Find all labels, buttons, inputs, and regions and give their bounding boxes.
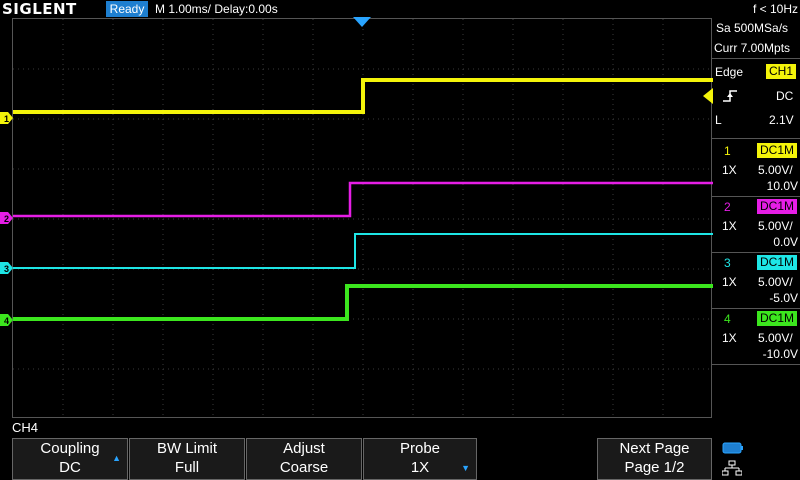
channel-coupling-badge: DC1M bbox=[757, 311, 798, 326]
marker-label: 3 bbox=[4, 264, 9, 274]
channel-1-trace bbox=[13, 78, 713, 114]
usb-icon bbox=[722, 442, 743, 454]
rising-edge-icon bbox=[723, 90, 737, 102]
channel-probe: 1X bbox=[722, 331, 737, 345]
trigger-source-badge: CH1 bbox=[766, 64, 797, 79]
softkey-coupling-label: Coupling bbox=[40, 440, 100, 457]
channel-number: 4 bbox=[724, 312, 731, 326]
trigger-type: Edge bbox=[715, 65, 744, 79]
trigger-coupling: DC bbox=[776, 89, 794, 103]
channel-probe: 1X bbox=[722, 163, 737, 177]
channel-coupling-badge: DC1M bbox=[757, 255, 798, 270]
brand-logo: SIGLENT bbox=[2, 0, 77, 18]
channel-probe: 1X bbox=[722, 275, 737, 289]
channel-number: 3 bbox=[724, 256, 731, 270]
sample-rate: Sa 500MSa/s bbox=[716, 21, 789, 35]
divider bbox=[712, 58, 800, 59]
softkey-bw-limit-value: Full bbox=[174, 459, 200, 476]
waveform-grid bbox=[13, 19, 713, 419]
softkey-adjust-label: Adjust bbox=[283, 440, 325, 457]
channel-2-panel[interactable]: 2 DC1M 1X 5.00V/ 0.0V bbox=[712, 196, 800, 252]
active-channel-label: CH4 bbox=[12, 420, 39, 435]
channel-1-panel[interactable]: 1 DC1M 1X 5.00V/ 10.0V bbox=[712, 140, 800, 196]
softkey-bw-limit[interactable]: BW Limit Full bbox=[129, 438, 245, 480]
channel-4-ground-marker[interactable]: 4 bbox=[0, 314, 13, 326]
divider bbox=[712, 138, 800, 139]
trigger-mode: L bbox=[715, 113, 722, 127]
channel-offset: 0.0V bbox=[773, 235, 798, 249]
softkey-probe-value: 1X bbox=[410, 459, 430, 476]
trigger-level: 2.1V bbox=[769, 113, 794, 127]
channel-scale: 5.00V/ bbox=[758, 331, 793, 345]
arrow-up-icon: ▲ bbox=[112, 453, 121, 463]
divider bbox=[712, 364, 800, 365]
softkey-empty[interactable] bbox=[478, 438, 596, 480]
acquisition-status-badge: Ready bbox=[106, 1, 148, 17]
softkey-coupling-value: DC bbox=[59, 459, 81, 476]
network-icon bbox=[722, 460, 742, 476]
softkey-probe-label: Probe bbox=[399, 440, 441, 457]
channel-coupling-badge: DC1M bbox=[757, 143, 798, 158]
channel-offset: -10.0V bbox=[762, 347, 798, 361]
softkey-next-page-label: Next Page bbox=[619, 440, 690, 457]
channel-4-panel[interactable]: 4 DC1M 1X 5.00V/ -10.0V bbox=[712, 308, 800, 364]
channel-number: 1 bbox=[724, 144, 731, 158]
channel-3-ground-marker[interactable]: 3 bbox=[0, 262, 13, 274]
channel-coupling-badge: DC1M bbox=[757, 199, 798, 214]
channel-offset: 10.0V bbox=[766, 179, 798, 193]
timebase-readout[interactable]: M 1.00ms/ Delay:0.00s bbox=[155, 0, 278, 18]
memory-depth: Curr 7.00Mpts bbox=[714, 41, 791, 55]
channel-scale: 5.00V/ bbox=[758, 219, 793, 233]
channel-scale: 5.00V/ bbox=[758, 275, 793, 289]
softkey-next-page-value: Page 1/2 bbox=[624, 459, 685, 476]
softkey-coupling[interactable]: Coupling DC ▲ bbox=[12, 438, 128, 480]
trigger-position-marker[interactable] bbox=[353, 17, 371, 27]
softkey-probe[interactable]: Probe 1X ▼ bbox=[363, 438, 477, 480]
channel-number: 2 bbox=[724, 200, 731, 214]
softkey-adjust[interactable]: Adjust Coarse bbox=[246, 438, 362, 480]
channel-1-ground-marker[interactable]: 1 bbox=[0, 112, 13, 124]
channel-scale: 5.00V/ bbox=[758, 163, 793, 177]
arrow-down-icon: ▼ bbox=[461, 463, 470, 473]
channel-probe: 1X bbox=[722, 219, 737, 233]
channel-3-panel[interactable]: 3 DC1M 1X 5.00V/ -5.0V bbox=[712, 252, 800, 308]
marker-label: 4 bbox=[4, 316, 9, 326]
channel-2-ground-marker[interactable]: 2 bbox=[0, 212, 13, 224]
softkey-adjust-value: Coarse bbox=[279, 459, 329, 476]
trigger-panel[interactable]: Edge CH1 DC L 2.1V bbox=[712, 60, 800, 138]
frequency-readout: f < 10Hz bbox=[752, 2, 798, 16]
channel-offset: -5.0V bbox=[769, 291, 798, 305]
marker-label: 1 bbox=[4, 114, 9, 124]
softkey-bw-limit-label: BW Limit bbox=[157, 440, 217, 457]
waveform-display[interactable] bbox=[12, 18, 713, 419]
marker-label: 2 bbox=[4, 214, 9, 224]
softkey-next-page[interactable]: Next Page Page 1/2 bbox=[597, 438, 712, 480]
